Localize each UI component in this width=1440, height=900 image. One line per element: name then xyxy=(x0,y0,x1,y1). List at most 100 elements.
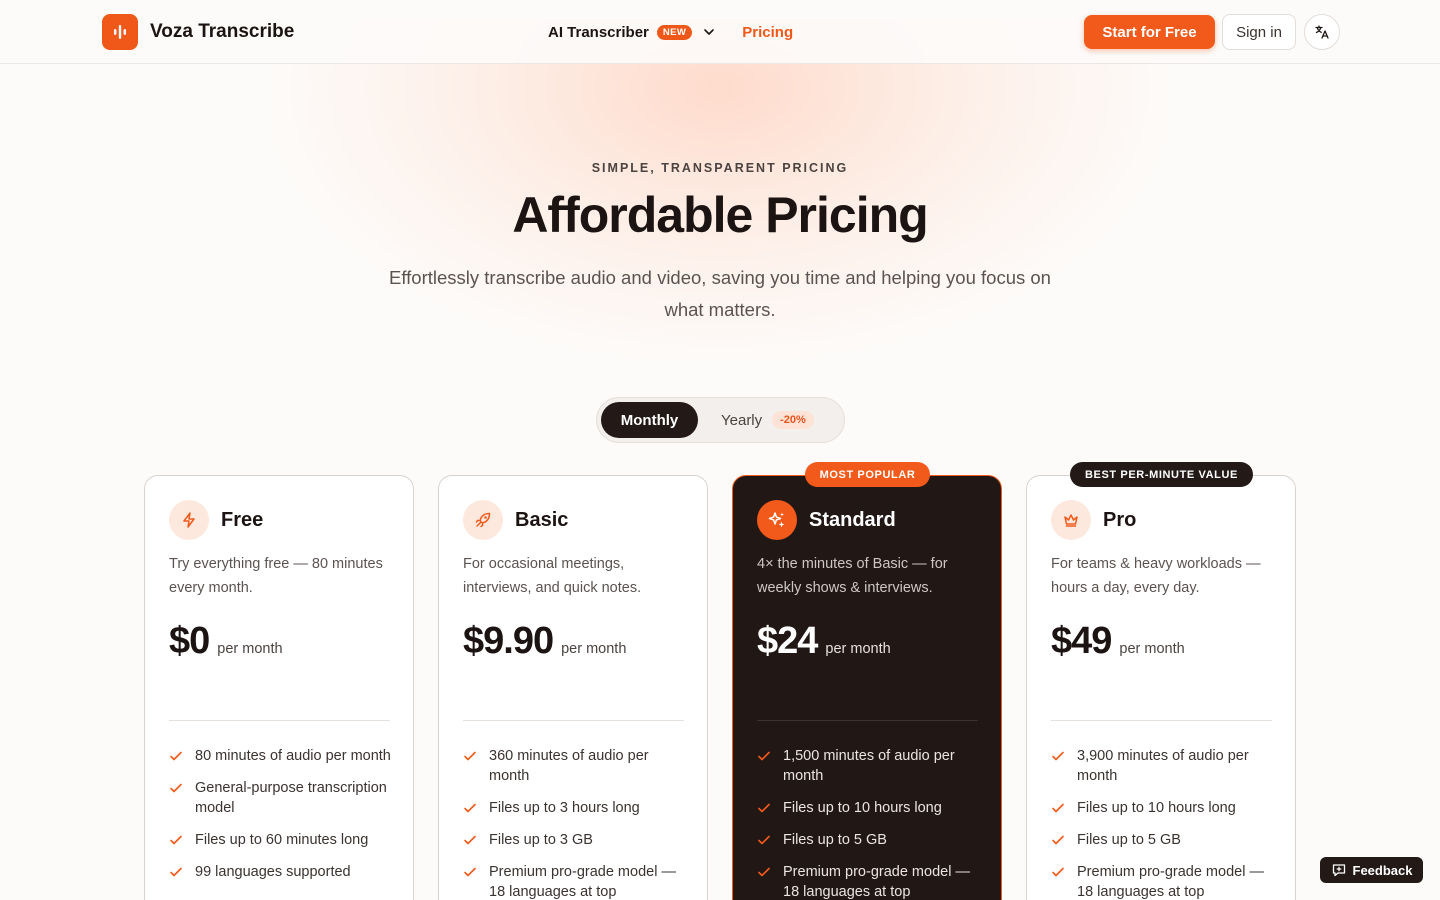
plan-header: Standard xyxy=(757,500,896,540)
price-row: $24 per month xyxy=(757,620,891,663)
feature-text: Files up to 10 hours long xyxy=(1077,800,1236,816)
plan-description: Try everything free — 80 minutes every m… xyxy=(169,556,383,596)
feature-item: 360 minutes of audio per month xyxy=(463,746,688,786)
check-icon xyxy=(170,835,182,845)
check-icon xyxy=(1052,835,1064,845)
feedback-label: Feedback xyxy=(1352,862,1413,878)
check-icon xyxy=(464,751,476,761)
price-row: $9.90 per month xyxy=(463,620,626,663)
nav-ai-transcriber-label: AI Transcriber xyxy=(548,23,649,41)
feature-text: 360 minutes of audio per month xyxy=(489,748,649,784)
feature-item: Premium pro-grade model — 18 languages a… xyxy=(1051,862,1276,900)
feature-text: Files up to 3 hours long xyxy=(489,800,640,816)
feature-list: 3,900 minutes of audio per month Files u… xyxy=(1051,746,1276,900)
plan-header: Basic xyxy=(463,500,568,540)
language-button[interactable] xyxy=(1304,14,1340,50)
feature-text: Files up to 3 GB xyxy=(489,832,593,848)
plan-card-standard: Standard 4× the minutes of Basic — for w… xyxy=(732,475,1002,900)
divider xyxy=(1051,720,1272,721)
discount-badge: -20% xyxy=(772,411,814,429)
divider xyxy=(757,720,978,721)
brand-name: Voza Transcribe xyxy=(150,21,295,42)
page-subtitle: Effortlessly transcribe audio and video,… xyxy=(389,267,1051,320)
check-icon xyxy=(1052,867,1064,877)
nav-pricing[interactable]: Pricing xyxy=(742,24,793,41)
sparkles-icon xyxy=(757,500,797,540)
page-title: Affordable Pricing xyxy=(512,187,928,243)
check-icon xyxy=(1052,751,1064,761)
check-icon xyxy=(758,803,770,813)
feature-text: 80 minutes of audio per month xyxy=(195,748,391,764)
translate-icon xyxy=(1315,25,1329,39)
feature-text: Premium pro-grade model — 18 languages a… xyxy=(1077,864,1264,900)
plan-header: Free xyxy=(169,500,263,540)
feature-item: Files up to 10 hours long xyxy=(1051,798,1276,818)
price-period: per month xyxy=(825,641,891,657)
check-icon xyxy=(464,835,476,845)
divider xyxy=(463,720,684,721)
nav-ai-transcriber[interactable]: AI Transcriber NEW xyxy=(548,24,716,41)
feature-item: 99 languages supported xyxy=(169,862,394,882)
feature-list: 360 minutes of audio per month Files up … xyxy=(463,746,688,900)
check-icon xyxy=(758,835,770,845)
price-period: per month xyxy=(1119,641,1185,657)
feature-text: 99 languages supported xyxy=(195,864,351,880)
feature-list: 1,500 minutes of audio per month Files u… xyxy=(757,746,982,900)
price-period: per month xyxy=(217,641,283,657)
best-value-badge: BEST PER-MINUTE VALUE xyxy=(1070,462,1253,487)
feature-item: 1,500 minutes of audio per month xyxy=(757,746,982,786)
feature-item: 80 minutes of audio per month xyxy=(169,746,394,766)
sign-in-button[interactable]: Sign in xyxy=(1222,14,1296,50)
brand[interactable]: Voza Transcribe xyxy=(102,14,294,50)
feature-item: Files up to 5 GB xyxy=(757,830,982,850)
plan-name: Pro xyxy=(1103,508,1137,531)
feature-text: General-purpose transcription model xyxy=(195,780,387,816)
yearly-option[interactable]: Yearly -20% xyxy=(721,402,814,438)
feature-text: Premium pro-grade model — 18 languages a… xyxy=(783,864,970,900)
feature-item: General-purpose transcription model xyxy=(169,778,394,818)
message-icon xyxy=(1332,864,1345,877)
check-icon xyxy=(464,867,476,877)
site-header: Voza Transcribe AI Transcriber NEW Prici… xyxy=(0,0,1440,64)
feature-item: Files up to 3 GB xyxy=(463,830,688,850)
check-icon xyxy=(758,867,770,877)
plan-name: Free xyxy=(221,508,264,531)
feature-text: Files up to 5 GB xyxy=(783,832,887,848)
feature-text: Files up to 60 minutes long xyxy=(195,832,369,848)
check-icon xyxy=(758,751,770,761)
feature-text: Premium pro-grade model — 18 languages a… xyxy=(489,864,676,900)
plan-card-pro: Pro For teams & heavy workloads — hours … xyxy=(1026,475,1296,900)
feature-item: Files up to 3 hours long xyxy=(463,798,688,818)
check-icon xyxy=(464,803,476,813)
feature-text: Files up to 10 hours long xyxy=(783,800,942,816)
plan-price: $9.90 xyxy=(463,620,554,662)
most-popular-badge: MOST POPULAR xyxy=(805,462,930,487)
feedback-button[interactable]: Feedback xyxy=(1320,857,1423,883)
feature-text: Files up to 5 GB xyxy=(1077,832,1181,848)
billing-toggle: Monthly Yearly -20% xyxy=(596,397,845,443)
monthly-option[interactable]: Monthly xyxy=(601,402,698,438)
feature-item: Premium pro-grade model — 18 languages a… xyxy=(463,862,688,900)
divider xyxy=(169,720,390,721)
new-badge: NEW xyxy=(656,24,693,40)
plan-description: For occasional meetings, interviews, and… xyxy=(463,556,642,596)
check-icon xyxy=(170,783,182,793)
plan-price: $49 xyxy=(1051,620,1112,662)
feature-item: Files up to 10 hours long xyxy=(757,798,982,818)
plan-card-free: Free Try everything free — 80 minutes ev… xyxy=(144,475,414,900)
price-period: per month xyxy=(561,641,627,657)
chevron-down-icon xyxy=(704,29,715,35)
start-for-free-button[interactable]: Start for Free xyxy=(1084,15,1215,49)
plan-name: Standard xyxy=(809,508,896,531)
check-icon xyxy=(1052,803,1064,813)
feature-list: 80 minutes of audio per month General-pu… xyxy=(169,746,394,894)
feature-item: 3,900 minutes of audio per month xyxy=(1051,746,1276,786)
rocket-icon xyxy=(463,500,503,540)
feature-item: Premium pro-grade model — 18 languages a… xyxy=(757,862,982,900)
lightning-icon xyxy=(169,500,209,540)
price-row: $49 per month xyxy=(1051,620,1185,663)
plan-description: For teams & heavy workloads — hours a da… xyxy=(1051,556,1261,596)
main-nav: AI Transcriber NEW Pricing xyxy=(548,20,793,44)
price-row: $0 per month xyxy=(169,620,283,663)
feature-item: Files up to 5 GB xyxy=(1051,830,1276,850)
